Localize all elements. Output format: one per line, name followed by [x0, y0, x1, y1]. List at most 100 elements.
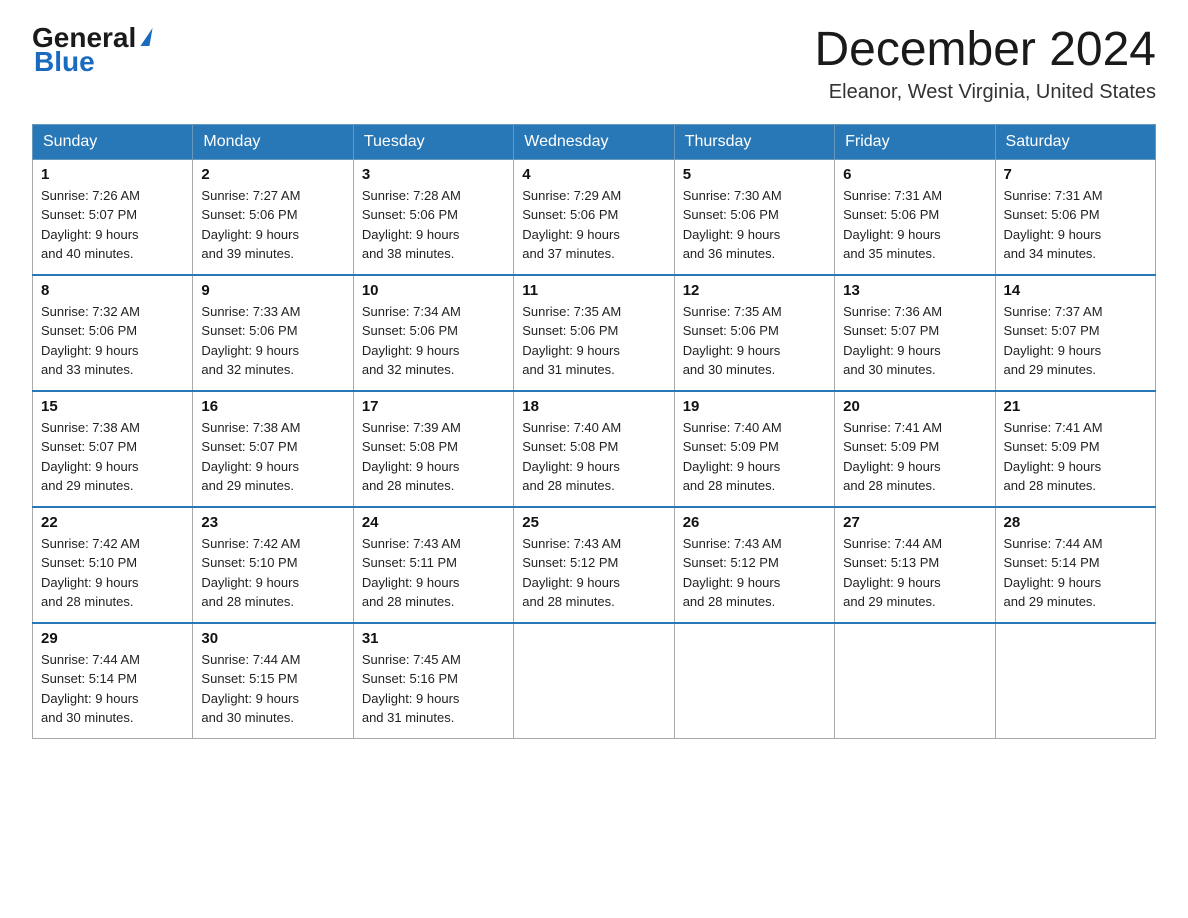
- day-number: 28: [1004, 514, 1147, 531]
- day-number: 17: [362, 398, 505, 415]
- calendar-cell: 23 Sunrise: 7:42 AM Sunset: 5:10 PM Dayl…: [193, 507, 353, 623]
- day-info: Sunrise: 7:41 AM Sunset: 5:09 PM Dayligh…: [1004, 418, 1147, 496]
- calendar-cell: 20 Sunrise: 7:41 AM Sunset: 5:09 PM Dayl…: [835, 391, 995, 507]
- calendar-cell: 31 Sunrise: 7:45 AM Sunset: 5:16 PM Dayl…: [353, 623, 513, 739]
- calendar-day-header: Thursday: [674, 124, 834, 159]
- calendar-cell: 19 Sunrise: 7:40 AM Sunset: 5:09 PM Dayl…: [674, 391, 834, 507]
- calendar-week-row: 8 Sunrise: 7:32 AM Sunset: 5:06 PM Dayli…: [33, 275, 1156, 391]
- location: Eleanor, West Virginia, United States: [814, 81, 1156, 104]
- day-info: Sunrise: 7:30 AM Sunset: 5:06 PM Dayligh…: [683, 186, 826, 264]
- calendar-cell: 29 Sunrise: 7:44 AM Sunset: 5:14 PM Dayl…: [33, 623, 193, 739]
- calendar-cell: 22 Sunrise: 7:42 AM Sunset: 5:10 PM Dayl…: [33, 507, 193, 623]
- calendar-table: SundayMondayTuesdayWednesdayThursdayFrid…: [32, 124, 1156, 739]
- day-number: 3: [362, 166, 505, 183]
- page-header: General Blue December 2024 Eleanor, West…: [32, 24, 1156, 104]
- calendar-day-header: Monday: [193, 124, 353, 159]
- day-info: Sunrise: 7:40 AM Sunset: 5:09 PM Dayligh…: [683, 418, 826, 496]
- day-info: Sunrise: 7:42 AM Sunset: 5:10 PM Dayligh…: [41, 534, 184, 612]
- day-number: 6: [843, 166, 986, 183]
- calendar-cell: 28 Sunrise: 7:44 AM Sunset: 5:14 PM Dayl…: [995, 507, 1155, 623]
- day-info: Sunrise: 7:31 AM Sunset: 5:06 PM Dayligh…: [843, 186, 986, 264]
- calendar-day-header: Sunday: [33, 124, 193, 159]
- day-info: Sunrise: 7:40 AM Sunset: 5:08 PM Dayligh…: [522, 418, 665, 496]
- day-info: Sunrise: 7:31 AM Sunset: 5:06 PM Dayligh…: [1004, 186, 1147, 264]
- calendar-cell: 8 Sunrise: 7:32 AM Sunset: 5:06 PM Dayli…: [33, 275, 193, 391]
- calendar-header-row: SundayMondayTuesdayWednesdayThursdayFrid…: [33, 124, 1156, 159]
- calendar-cell: 17 Sunrise: 7:39 AM Sunset: 5:08 PM Dayl…: [353, 391, 513, 507]
- calendar-cell: 6 Sunrise: 7:31 AM Sunset: 5:06 PM Dayli…: [835, 159, 995, 275]
- calendar-cell: 12 Sunrise: 7:35 AM Sunset: 5:06 PM Dayl…: [674, 275, 834, 391]
- logo-triangle-icon: [141, 28, 153, 46]
- day-number: 26: [683, 514, 826, 531]
- calendar-cell: 21 Sunrise: 7:41 AM Sunset: 5:09 PM Dayl…: [995, 391, 1155, 507]
- day-info: Sunrise: 7:39 AM Sunset: 5:08 PM Dayligh…: [362, 418, 505, 496]
- day-info: Sunrise: 7:43 AM Sunset: 5:11 PM Dayligh…: [362, 534, 505, 612]
- header-right: December 2024 Eleanor, West Virginia, Un…: [814, 24, 1156, 104]
- day-number: 4: [522, 166, 665, 183]
- calendar-week-row: 22 Sunrise: 7:42 AM Sunset: 5:10 PM Dayl…: [33, 507, 1156, 623]
- day-info: Sunrise: 7:38 AM Sunset: 5:07 PM Dayligh…: [201, 418, 344, 496]
- logo-blue-text: Blue: [34, 48, 151, 76]
- calendar-cell: [514, 623, 674, 739]
- day-number: 30: [201, 630, 344, 647]
- day-number: 9: [201, 282, 344, 299]
- day-number: 21: [1004, 398, 1147, 415]
- day-number: 18: [522, 398, 665, 415]
- calendar-day-header: Friday: [835, 124, 995, 159]
- day-info: Sunrise: 7:42 AM Sunset: 5:10 PM Dayligh…: [201, 534, 344, 612]
- day-number: 22: [41, 514, 184, 531]
- calendar-cell: 9 Sunrise: 7:33 AM Sunset: 5:06 PM Dayli…: [193, 275, 353, 391]
- calendar-week-row: 15 Sunrise: 7:38 AM Sunset: 5:07 PM Dayl…: [33, 391, 1156, 507]
- day-info: Sunrise: 7:34 AM Sunset: 5:06 PM Dayligh…: [362, 302, 505, 380]
- day-info: Sunrise: 7:35 AM Sunset: 5:06 PM Dayligh…: [683, 302, 826, 380]
- day-number: 23: [201, 514, 344, 531]
- day-number: 10: [362, 282, 505, 299]
- day-number: 1: [41, 166, 184, 183]
- day-number: 13: [843, 282, 986, 299]
- day-info: Sunrise: 7:45 AM Sunset: 5:16 PM Dayligh…: [362, 650, 505, 728]
- day-number: 25: [522, 514, 665, 531]
- day-info: Sunrise: 7:26 AM Sunset: 5:07 PM Dayligh…: [41, 186, 184, 264]
- day-info: Sunrise: 7:36 AM Sunset: 5:07 PM Dayligh…: [843, 302, 986, 380]
- day-number: 29: [41, 630, 184, 647]
- day-info: Sunrise: 7:27 AM Sunset: 5:06 PM Dayligh…: [201, 186, 344, 264]
- day-info: Sunrise: 7:44 AM Sunset: 5:14 PM Dayligh…: [41, 650, 184, 728]
- calendar-cell: 25 Sunrise: 7:43 AM Sunset: 5:12 PM Dayl…: [514, 507, 674, 623]
- calendar-cell: [995, 623, 1155, 739]
- calendar-week-row: 1 Sunrise: 7:26 AM Sunset: 5:07 PM Dayli…: [33, 159, 1156, 275]
- day-number: 27: [843, 514, 986, 531]
- day-number: 20: [843, 398, 986, 415]
- day-number: 16: [201, 398, 344, 415]
- logo: General Blue: [32, 24, 151, 76]
- calendar-cell: 24 Sunrise: 7:43 AM Sunset: 5:11 PM Dayl…: [353, 507, 513, 623]
- day-info: Sunrise: 7:44 AM Sunset: 5:14 PM Dayligh…: [1004, 534, 1147, 612]
- day-number: 19: [683, 398, 826, 415]
- day-number: 5: [683, 166, 826, 183]
- day-info: Sunrise: 7:38 AM Sunset: 5:07 PM Dayligh…: [41, 418, 184, 496]
- calendar-cell: 16 Sunrise: 7:38 AM Sunset: 5:07 PM Dayl…: [193, 391, 353, 507]
- day-info: Sunrise: 7:28 AM Sunset: 5:06 PM Dayligh…: [362, 186, 505, 264]
- calendar-cell: 18 Sunrise: 7:40 AM Sunset: 5:08 PM Dayl…: [514, 391, 674, 507]
- day-number: 15: [41, 398, 184, 415]
- calendar-cell: [674, 623, 834, 739]
- day-number: 14: [1004, 282, 1147, 299]
- day-number: 31: [362, 630, 505, 647]
- day-info: Sunrise: 7:41 AM Sunset: 5:09 PM Dayligh…: [843, 418, 986, 496]
- calendar-cell: 15 Sunrise: 7:38 AM Sunset: 5:07 PM Dayl…: [33, 391, 193, 507]
- day-info: Sunrise: 7:37 AM Sunset: 5:07 PM Dayligh…: [1004, 302, 1147, 380]
- day-info: Sunrise: 7:43 AM Sunset: 5:12 PM Dayligh…: [683, 534, 826, 612]
- day-info: Sunrise: 7:44 AM Sunset: 5:15 PM Dayligh…: [201, 650, 344, 728]
- calendar-week-row: 29 Sunrise: 7:44 AM Sunset: 5:14 PM Dayl…: [33, 623, 1156, 739]
- day-number: 8: [41, 282, 184, 299]
- calendar-day-header: Saturday: [995, 124, 1155, 159]
- day-number: 2: [201, 166, 344, 183]
- calendar-cell: 2 Sunrise: 7:27 AM Sunset: 5:06 PM Dayli…: [193, 159, 353, 275]
- calendar-cell: 11 Sunrise: 7:35 AM Sunset: 5:06 PM Dayl…: [514, 275, 674, 391]
- day-number: 12: [683, 282, 826, 299]
- calendar-cell: 13 Sunrise: 7:36 AM Sunset: 5:07 PM Dayl…: [835, 275, 995, 391]
- day-info: Sunrise: 7:43 AM Sunset: 5:12 PM Dayligh…: [522, 534, 665, 612]
- calendar-day-header: Wednesday: [514, 124, 674, 159]
- calendar-cell: 30 Sunrise: 7:44 AM Sunset: 5:15 PM Dayl…: [193, 623, 353, 739]
- calendar-cell: 10 Sunrise: 7:34 AM Sunset: 5:06 PM Dayl…: [353, 275, 513, 391]
- day-info: Sunrise: 7:29 AM Sunset: 5:06 PM Dayligh…: [522, 186, 665, 264]
